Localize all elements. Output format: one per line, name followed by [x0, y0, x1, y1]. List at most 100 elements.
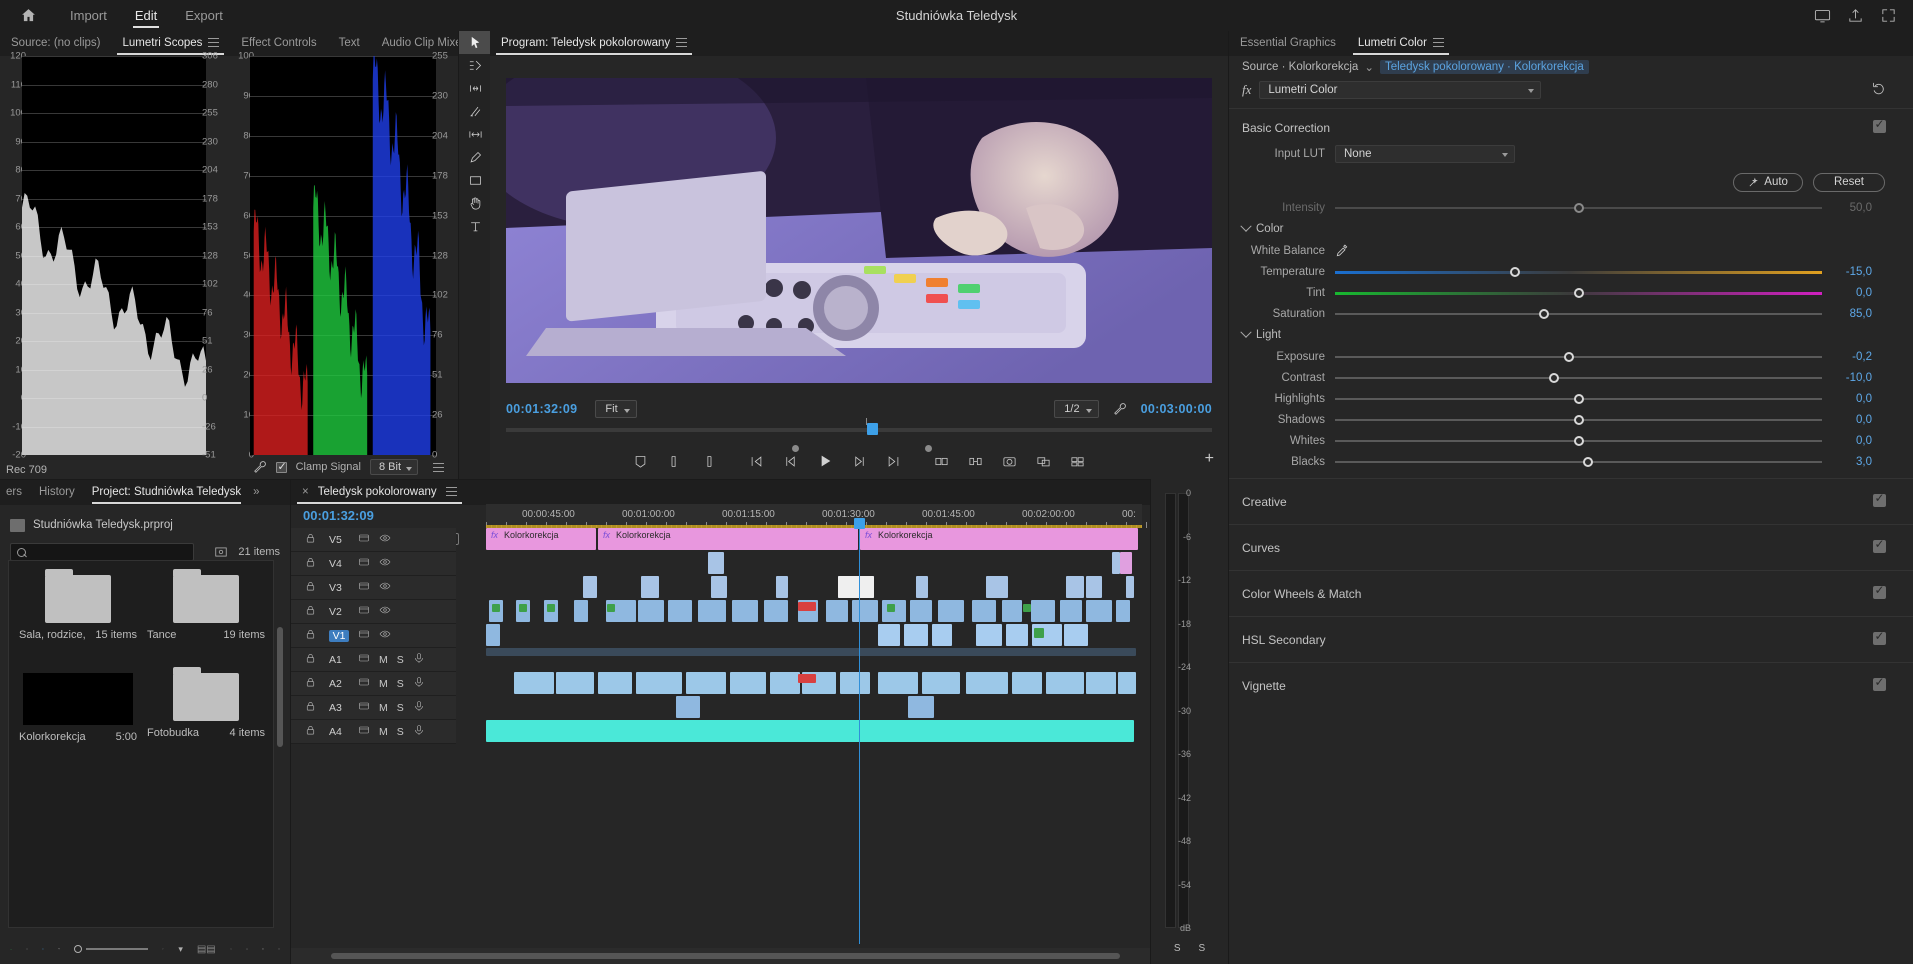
section-vignette[interactable]: Vignette — [1229, 669, 1913, 702]
track-name[interactable]: A2 — [329, 678, 349, 690]
lock-icon[interactable] — [305, 533, 316, 547]
slider-knob[interactable] — [1549, 372, 1560, 383]
icon-view-icon[interactable] — [42, 942, 44, 956]
delete-icon[interactable] — [278, 942, 280, 956]
slider-knob[interactable] — [1583, 456, 1594, 467]
section-enable-checkbox[interactable] — [1873, 537, 1886, 553]
tab-history[interactable]: History — [28, 480, 86, 505]
timeline-clip[interactable] — [878, 672, 918, 694]
solo-track-button[interactable]: S — [397, 702, 404, 714]
solo-button-left[interactable]: S — [1174, 943, 1181, 954]
project-scrollbar[interactable] — [277, 627, 283, 747]
timeline-clip[interactable] — [686, 672, 726, 694]
timeline-clip[interactable] — [776, 576, 788, 598]
contrast-slider[interactable] — [1335, 368, 1822, 388]
track-name[interactable]: V5 — [329, 534, 349, 546]
intensity-value[interactable]: 50,0 — [1826, 202, 1872, 214]
lock-icon[interactable] — [305, 725, 316, 739]
timeline-tracks[interactable]: fx Kolorkorekcja fx Kolorkorekcja fx Kolorkor… — [486, 528, 1142, 940]
slider-knob[interactable] — [1539, 308, 1550, 319]
group-color[interactable]: Color — [1229, 218, 1913, 240]
mute-track-button[interactable]: M — [379, 702, 388, 714]
slider-value[interactable]: -10,0 — [1826, 372, 1872, 384]
toggle-track-output-icon[interactable] — [358, 532, 370, 547]
lock-icon[interactable] — [305, 557, 316, 571]
track-name[interactable]: V2 — [329, 606, 349, 618]
timeline-clip[interactable] — [486, 720, 1134, 742]
track-header-a3[interactable]: A3 M S — [291, 696, 456, 720]
pen-tool[interactable] — [459, 146, 491, 169]
toggle-track-output-icon[interactable] — [358, 676, 370, 691]
go-to-out-icon[interactable] — [886, 454, 901, 469]
automate-to-sequence-icon[interactable]: ▤▤ — [197, 944, 216, 955]
eyedropper-icon[interactable] — [1335, 244, 1349, 258]
reset-button[interactable]: Reset — [1812, 172, 1885, 192]
timeline-clip[interactable] — [1002, 600, 1022, 622]
track-header-v1[interactable]: V1 — [291, 624, 456, 648]
timeline-clip[interactable] — [1086, 576, 1102, 598]
close-icon[interactable]: × — [302, 486, 309, 498]
timeline-clip[interactable] — [764, 600, 788, 622]
shadows-slider[interactable] — [1335, 410, 1822, 430]
timeline-clip[interactable] — [574, 600, 588, 622]
section-color-wheels-match[interactable]: Color Wheels & Match — [1229, 577, 1913, 610]
rectangle-tool[interactable] — [459, 169, 491, 192]
timeline-hscrollbar[interactable] — [291, 948, 1150, 964]
section-curves[interactable]: Curves — [1229, 531, 1913, 564]
project-search-input[interactable] — [10, 543, 195, 561]
toggle-track-visibility-icon[interactable] — [379, 556, 391, 571]
timeline-clip[interactable] — [976, 624, 1002, 646]
timeline-clip[interactable] — [1112, 552, 1120, 574]
timeline-clip[interactable] — [708, 552, 724, 574]
track-header-v5[interactable]: V5 — [291, 528, 456, 552]
mute-track-button[interactable]: M — [379, 726, 388, 738]
new-item-icon[interactable] — [262, 942, 264, 956]
tab-program-monitor[interactable]: Program: Teledysk pokolorowany — [490, 31, 698, 56]
timeline-clip[interactable] — [676, 696, 700, 718]
project-tabs-overflow[interactable]: » — [247, 480, 265, 505]
timeline-clip[interactable] — [966, 672, 1008, 694]
timeline-menu-icon[interactable] — [445, 487, 457, 497]
panel-menu-icon[interactable] — [208, 38, 220, 48]
timeline-clip[interactable] — [826, 600, 848, 622]
timeline-clip[interactable] — [486, 648, 1136, 656]
timeline-timecode[interactable]: 00:01:32:09 — [303, 508, 374, 523]
timeline-clip[interactable] — [641, 576, 659, 598]
scrubber-playhead[interactable] — [867, 423, 879, 435]
tint-slider[interactable] — [1335, 283, 1822, 303]
lock-icon[interactable] — [305, 605, 316, 619]
toggle-track-output-icon[interactable] — [358, 556, 370, 571]
tab-essential-graphics[interactable]: Essential Graphics — [1229, 31, 1347, 56]
timeline-clip[interactable] — [1066, 576, 1084, 598]
timeline-clip[interactable] — [770, 672, 800, 694]
track-header-a1[interactable]: A1 M S — [291, 648, 456, 672]
slider-value[interactable]: 0,0 — [1826, 435, 1872, 447]
timeline-playhead[interactable] — [854, 518, 865, 944]
exposure-slider[interactable] — [1335, 347, 1822, 367]
timeline-clip[interactable] — [1086, 600, 1112, 622]
timeline-clip[interactable] — [698, 600, 726, 622]
home-button[interactable] — [0, 0, 56, 31]
timeline-clip[interactable] — [798, 602, 816, 611]
toggle-track-visibility-icon[interactable] — [379, 604, 391, 619]
timeline-clip[interactable] — [730, 672, 766, 694]
timeline-clip[interactable] — [607, 604, 615, 612]
go-to-in-icon[interactable] — [749, 454, 764, 469]
bin-item[interactable]: Sala, rodzice, 15 items — [19, 569, 137, 641]
chevron-down-icon[interactable]: ▾ — [178, 944, 183, 955]
lumetri-menu-icon[interactable] — [1432, 38, 1444, 48]
tab-markers[interactable]: ers — [0, 480, 28, 505]
microphone-icon[interactable] — [413, 652, 425, 667]
timeline-clip[interactable] — [514, 672, 554, 694]
chevron-down-icon[interactable]: ⌄ — [1364, 60, 1374, 74]
program-video-frame[interactable] — [506, 78, 1212, 383]
nav-export[interactable]: Export — [171, 0, 237, 31]
toggle-track-visibility-icon[interactable] — [379, 532, 391, 547]
section-enable-checkbox[interactable] — [1873, 583, 1886, 599]
saturation-slider[interactable] — [1335, 304, 1822, 324]
track-name[interactable]: A3 — [329, 702, 349, 714]
button-editor-icon[interactable]: + — [1205, 450, 1214, 468]
rgb-parade-scope[interactable]: 100 90 80 70 60 50 40 30 20 10 0 255 230 204 178 153 12… — [228, 51, 458, 461]
timeline-clip[interactable] — [732, 600, 758, 622]
section-hsl-secondary[interactable]: HSL Secondary — [1229, 623, 1913, 656]
